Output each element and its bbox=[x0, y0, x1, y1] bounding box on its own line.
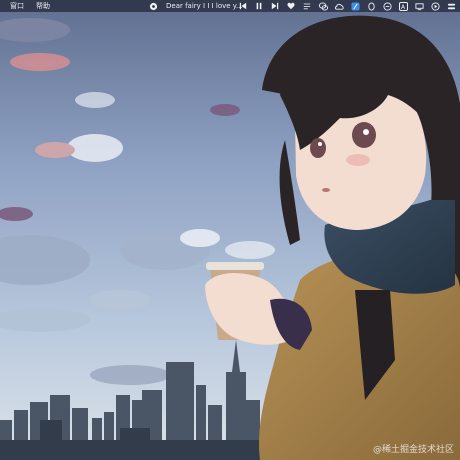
feather-icon[interactable] bbox=[350, 1, 360, 11]
text-input-icon[interactable]: A bbox=[398, 1, 408, 11]
wechat-icon[interactable] bbox=[318, 1, 328, 11]
playlist-icon[interactable] bbox=[302, 1, 312, 11]
menu-help[interactable]: 帮助 bbox=[36, 0, 50, 12]
app-menus: 窗口 帮助 bbox=[10, 0, 50, 12]
watermark: @稀土掘金技术社区 bbox=[372, 445, 454, 455]
next-icon[interactable] bbox=[270, 1, 280, 11]
previous-icon[interactable] bbox=[238, 1, 248, 11]
vpn-icon[interactable] bbox=[382, 1, 392, 11]
desktop-wallpaper bbox=[0, 0, 460, 460]
input-method-label: A bbox=[398, 1, 408, 11]
music-app-icon[interactable] bbox=[148, 1, 158, 11]
cloud-icon[interactable] bbox=[334, 1, 344, 11]
now-playing: Dear fairy I I I love y... bbox=[148, 0, 243, 12]
control-center-icon[interactable] bbox=[446, 1, 456, 11]
now-playing-track[interactable]: Dear fairy I I I love y... bbox=[166, 0, 243, 12]
menu-bar: 窗口 帮助 Dear fairy I I I love y... A bbox=[0, 0, 460, 12]
display-icon[interactable] bbox=[414, 1, 424, 11]
pause-icon[interactable] bbox=[254, 1, 264, 11]
play-circle-icon[interactable] bbox=[430, 1, 440, 11]
heart-icon[interactable] bbox=[286, 1, 296, 11]
menu-window[interactable]: 窗口 bbox=[10, 0, 24, 12]
qq-icon[interactable] bbox=[366, 1, 376, 11]
status-area: A bbox=[238, 0, 456, 12]
